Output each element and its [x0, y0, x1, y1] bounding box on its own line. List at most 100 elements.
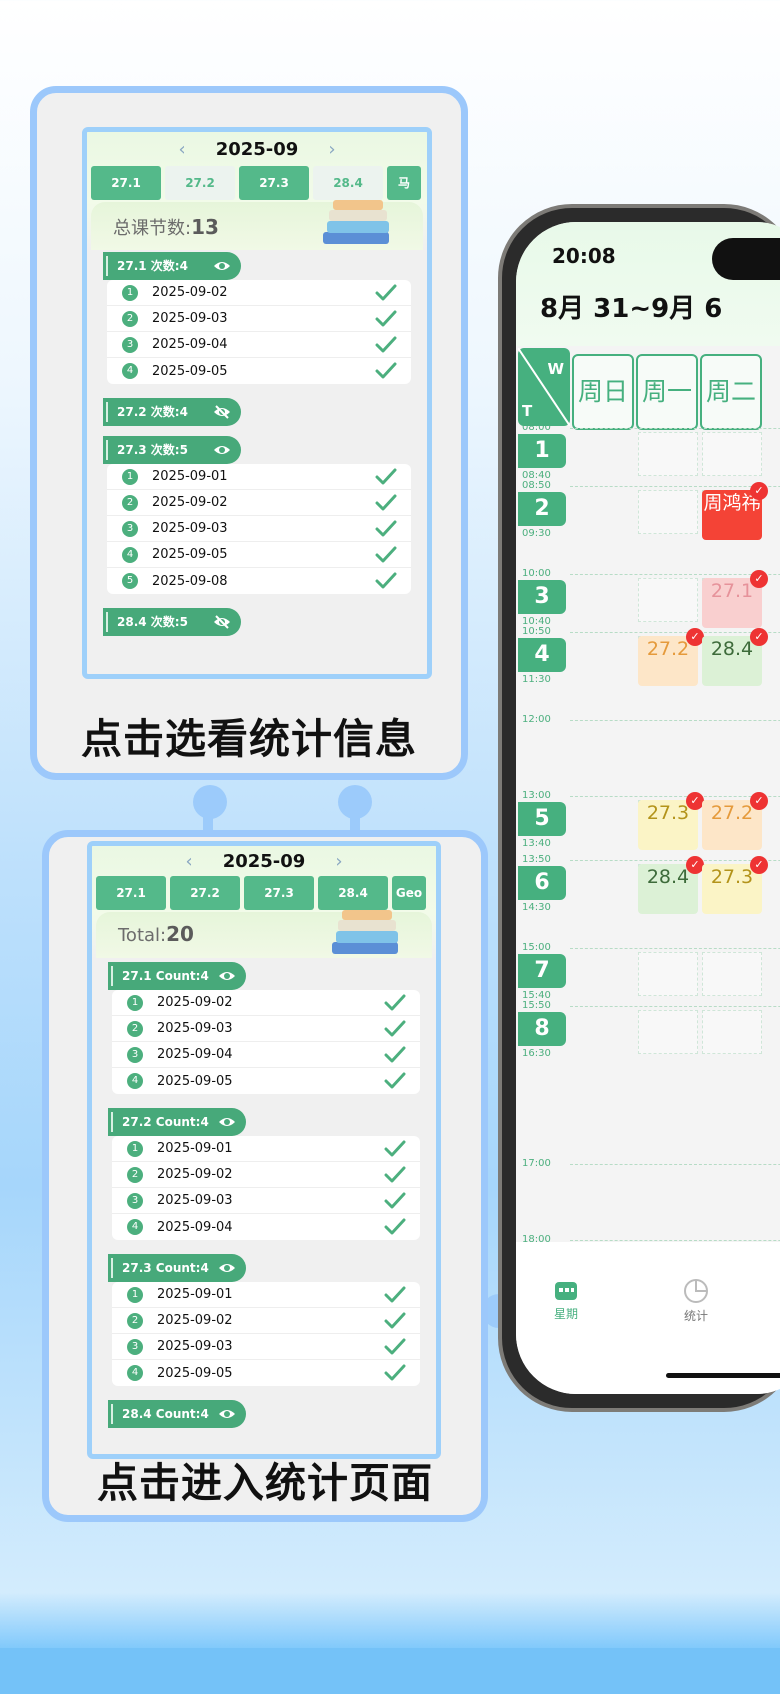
group-ribbon[interactable]: 28.4 次数:5 [103, 608, 241, 636]
group-title: 28.4 次数:5 [117, 615, 188, 629]
course-block[interactable]: 28.4 ✓ [638, 856, 704, 914]
course-block[interactable]: 周鸿祎 ✓ [702, 482, 768, 540]
eye-off-icon[interactable] [213, 405, 231, 419]
tab-stats[interactable]: 统计 [666, 1278, 726, 1324]
course-block[interactable]: 27.3 ✓ [638, 792, 704, 850]
course-label: 27.1 [710, 580, 754, 602]
day-header[interactable]: 周一 [636, 354, 698, 430]
empty-slot[interactable] [638, 952, 698, 996]
course-tab[interactable]: 27.3 [244, 876, 314, 910]
group-title: 27.3 Count:4 [122, 1261, 209, 1275]
period-number: 5 [518, 802, 566, 836]
chevron-left-icon[interactable]: ‹ [185, 851, 192, 872]
course-tab[interactable]: 27.1 [91, 166, 161, 200]
period-end-time: 09:30 [522, 528, 551, 539]
course-tab[interactable]: 27.2 [165, 166, 235, 200]
group-ribbon[interactable]: 27.2 Count:4 [108, 1108, 246, 1136]
empty-slot[interactable] [702, 1010, 762, 1054]
period-end-time: 13:40 [522, 838, 551, 849]
course-block[interactable]: 27.3 ✓ [702, 856, 768, 914]
course-tab[interactable]: 28.4 [318, 876, 388, 910]
tab-week-label: 星期 [553, 1307, 578, 1321]
eye-icon[interactable] [218, 1261, 236, 1275]
eye-icon[interactable] [218, 1115, 236, 1129]
phone-mockup: 20:08 8月 31~9月 6 W T 周日 周一 周二 08:00 1 08:40 08… [498, 204, 780, 1412]
group-ribbon[interactable]: 27.3 Count:4 [108, 1254, 246, 1282]
eye-icon[interactable] [213, 259, 231, 273]
row-date: 2025-09-03 [157, 1339, 233, 1354]
stats-row: 1 2025-09-01 [107, 464, 411, 490]
course-block[interactable]: 28.4 ✓ [702, 628, 768, 686]
chevron-left-icon[interactable]: ‹ [178, 139, 185, 160]
row-number: 3 [127, 1338, 143, 1355]
course-label: 27.2 [710, 802, 754, 824]
course-tab[interactable]: 28.4 [313, 166, 383, 200]
course-tab[interactable]: Geo [392, 876, 426, 910]
period-number: 4 [518, 638, 566, 672]
grid-line [570, 948, 780, 949]
course-tab[interactable]: 27.2 [170, 876, 240, 910]
stats-group: 27.1 次数:4 1 2025-09-02 2 2025-09-03 3 2025-09-… [87, 252, 427, 384]
bottom-band [0, 1648, 780, 1694]
row-date: 2025-09-02 [157, 995, 233, 1010]
eye-icon[interactable] [218, 1407, 236, 1421]
eye-icon[interactable] [218, 969, 236, 983]
total-value: 20 [166, 922, 194, 946]
day-header[interactable]: 周二 [700, 354, 762, 430]
stats-row: 3 2025-09-03 [112, 1188, 420, 1214]
course-tab[interactable]: 马 [387, 166, 421, 200]
corner-week-label: W [547, 360, 564, 378]
time-marker: 12:00 [522, 714, 551, 725]
check-icon [384, 1166, 406, 1183]
course-block[interactable]: 27.2 ✓ [702, 792, 768, 850]
stats-group-list: 27.1 次数:4 1 2025-09-02 2 2025-09-03 3 2025-09-… [87, 252, 427, 636]
books-illustration [332, 910, 398, 954]
group-ribbon[interactable]: 27.2 次数:4 [103, 398, 241, 426]
week-range-title[interactable]: 8月 31~9月 6 [540, 288, 722, 325]
empty-slot[interactable] [638, 1010, 698, 1054]
row-date: 2025-09-02 [152, 495, 228, 510]
check-icon [375, 572, 397, 589]
row-number: 2 [122, 494, 138, 511]
check-icon [375, 336, 397, 353]
group-ribbon[interactable]: 27.1 Count:4 [108, 962, 246, 990]
check-icon [375, 546, 397, 563]
tab-week[interactable]: 星期 [536, 1278, 596, 1322]
chevron-right-icon[interactable]: › [328, 139, 335, 160]
stats-row: 2 2025-09-02 [112, 1308, 420, 1334]
group-ribbon[interactable]: 27.1 次数:4 [103, 252, 241, 280]
check-icon [384, 1286, 406, 1303]
empty-slot[interactable] [638, 490, 698, 534]
course-block[interactable]: 27.2 ✓ [638, 628, 704, 686]
empty-slot[interactable] [638, 578, 698, 622]
group-title: 27.3 次数:5 [117, 443, 188, 457]
empty-slot[interactable] [638, 432, 698, 476]
period-end-time: 11:30 [522, 674, 551, 685]
stats-screen-bottom[interactable]: ‹ 2025-09 › 27.1 27.2 27.3 28.4 Geo Total:20… [87, 841, 441, 1459]
row-date: 2025-09-01 [157, 1141, 233, 1156]
group-ribbon[interactable]: 28.4 Count:4 [108, 1400, 246, 1428]
check-icon [384, 1364, 406, 1381]
stats-preview-panel-top: ‹ 2025-09 › 27.1 27.2 27.3 28.4 马 总课节数:13 27… [30, 86, 468, 780]
grid-line [570, 796, 780, 797]
day-header[interactable]: 周日 [572, 354, 634, 430]
course-block[interactable]: 27.1 ✓ [702, 570, 768, 628]
check-icon [375, 362, 397, 379]
empty-slot[interactable] [702, 432, 762, 476]
group-ribbon[interactable]: 27.3 次数:5 [103, 436, 241, 464]
eye-off-icon[interactable] [213, 615, 231, 629]
chevron-right-icon[interactable]: › [335, 851, 342, 872]
course-tab[interactable]: 27.3 [239, 166, 309, 200]
stats-row: 3 2025-09-04 [107, 332, 411, 358]
check-icon [375, 468, 397, 485]
stats-screen-top[interactable]: ‹ 2025-09 › 27.1 27.2 27.3 28.4 马 总课节数:13 27… [82, 127, 432, 679]
course-tab[interactable]: 27.1 [96, 876, 166, 910]
eye-icon[interactable] [213, 443, 231, 457]
course-label: 28.4 [646, 866, 690, 888]
check-icon [384, 1072, 406, 1089]
group-rows: 1 2025-09-02 2 2025-09-03 3 2025-09-04 4 2025-0… [107, 280, 411, 384]
period-end-time: 16:30 [522, 1048, 551, 1059]
row-date: 2025-09-01 [152, 469, 228, 484]
empty-slot[interactable] [702, 952, 762, 996]
stats-row: 1 2025-09-02 [112, 990, 420, 1016]
